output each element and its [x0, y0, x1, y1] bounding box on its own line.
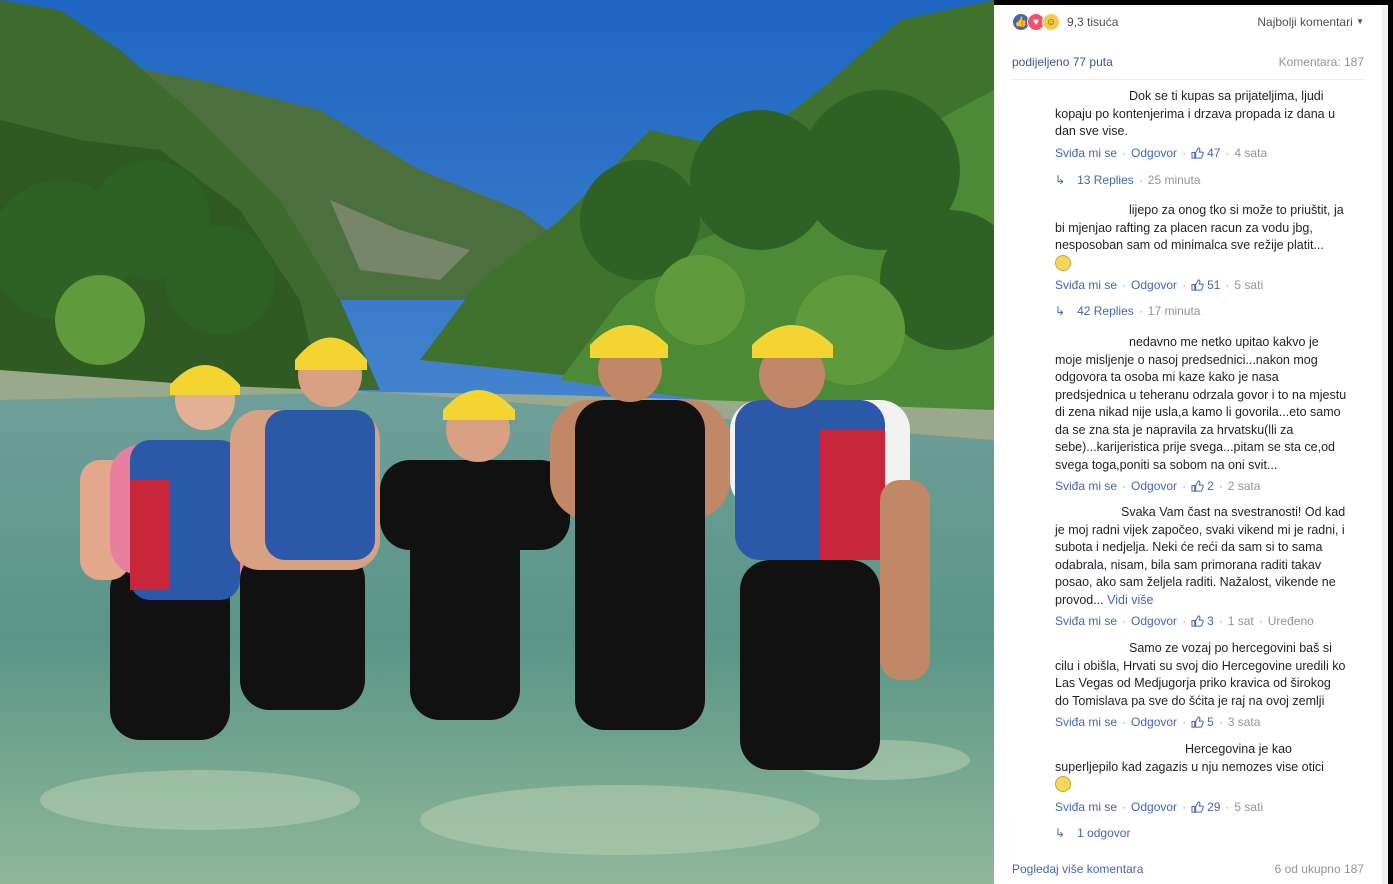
- shares-link[interactable]: podijeljeno 77 puta: [1012, 55, 1113, 69]
- post-photo[interactable]: [0, 0, 994, 884]
- comment-text-wrap: Samo ze vozaj po hercegovini baš si cilu…: [1055, 640, 1347, 710]
- comment-text-wrap: Hercegovina je kao superljepilo kad zaga…: [1055, 741, 1347, 795]
- comment-actions: Sviđa mi se · Odgovor · 51 · 5 sati: [1055, 278, 1264, 292]
- reaction-count[interactable]: 9,3 tisuća: [1067, 15, 1118, 29]
- comment: nedavno me netko upitao kakvo je moje mi…: [1055, 334, 1347, 493]
- comment-text: lijepo za onog tko si može to priuštit, …: [1055, 203, 1344, 252]
- view-more-comments-link[interactable]: Pogledaj više komentara: [1012, 862, 1143, 876]
- thumbs-up-icon: [1191, 146, 1204, 159]
- smile-emoji-icon: [1055, 776, 1071, 792]
- comments-footer: Pogledaj više komentara 6 od ukupno 187: [1012, 862, 1364, 876]
- comment-actions: Sviđa mi se · Odgovor · 2 · 2 sata: [1055, 479, 1261, 493]
- replies-count[interactable]: 1 odgovor: [1077, 826, 1130, 840]
- replies-time: 25 minuta: [1147, 173, 1201, 187]
- comment-actions: Sviđa mi se · Odgovor · 3 · 1 sat · Uređeno: [1055, 614, 1314, 628]
- comment-time[interactable]: 5 sati: [1234, 800, 1263, 814]
- comment-time[interactable]: 3 sata: [1228, 715, 1261, 729]
- sort-label: Najbolji komentari: [1257, 15, 1353, 29]
- thumbs-up-icon: [1191, 480, 1204, 492]
- comments-panel: 👍 ♥ ☺ 9,3 tisuća Najbolji komentari ▼ po…: [994, 5, 1388, 884]
- scrollbar[interactable]: [1382, 5, 1388, 884]
- smile-emoji-icon: [1055, 254, 1071, 271]
- replies-count[interactable]: 13 Replies: [1077, 173, 1134, 187]
- comment-time[interactable]: 2 sata: [1228, 479, 1261, 493]
- caret-down-icon: ▼: [1356, 17, 1364, 26]
- comments-pagination: 6 od ukupno 187: [1274, 862, 1364, 876]
- comment-text: Dok se ti kupas sa prijateljima, ljudi k…: [1055, 89, 1336, 138]
- reply-button[interactable]: Odgovor: [1131, 715, 1177, 729]
- replies-link[interactable]: ↳ 1 odgovor: [1055, 826, 1130, 840]
- thumbs-up-icon: [1191, 615, 1204, 627]
- reply-arrow-icon: ↳: [1055, 826, 1066, 840]
- comment-time[interactable]: 5 sati: [1234, 278, 1263, 292]
- haha-icon: ☺: [1042, 13, 1060, 31]
- reply-button[interactable]: Odgovor: [1131, 278, 1177, 292]
- like-button[interactable]: Sviđa mi se: [1055, 800, 1117, 814]
- comment: Dok se ti kupas sa prijateljima, ljudi k…: [1055, 88, 1347, 160]
- comment-text-wrap: Dok se ti kupas sa prijateljima, ljudi k…: [1055, 88, 1347, 141]
- see-more-link[interactable]: Vidi više: [1107, 593, 1153, 607]
- comment-actions: Sviđa mi se · Odgovor · 47 · 4 sata: [1055, 145, 1268, 160]
- comment-time[interactable]: 4 sata: [1234, 146, 1267, 160]
- replies-link[interactable]: ↳ 13 Replies · 25 minuta: [1055, 173, 1200, 187]
- reply-button[interactable]: Odgovor: [1131, 614, 1177, 628]
- thumbs-up-icon: [1191, 800, 1204, 813]
- comment-actions: Sviđa mi se · Odgovor · 5 · 3 sata: [1055, 715, 1261, 729]
- like-count[interactable]: 47: [1191, 146, 1220, 160]
- like-count[interactable]: 51: [1191, 278, 1220, 292]
- reply-arrow-icon: ↳: [1055, 173, 1066, 187]
- sort-dropdown[interactable]: Najbolji komentari ▼: [1257, 15, 1364, 29]
- reaction-icons[interactable]: 👍 ♥ ☺: [1012, 13, 1060, 31]
- comment: Samo ze vozaj po hercegovini baš si cilu…: [1055, 640, 1347, 729]
- comment-text: nedavno me netko upitao kakvo je moje mi…: [1055, 335, 1347, 472]
- reply-button[interactable]: Odgovor: [1131, 479, 1177, 493]
- reply-arrow-icon: ↳: [1055, 304, 1066, 318]
- like-button[interactable]: Sviđa mi se: [1055, 715, 1117, 729]
- rafting-group-photo: [0, 0, 994, 884]
- comment-actions: Sviđa mi se · Odgovor · 29 · 5 sati: [1055, 799, 1264, 814]
- replies-link[interactable]: ↳ 42 Replies · 17 minuta: [1055, 304, 1200, 318]
- replies-time: 17 minuta: [1147, 304, 1201, 318]
- comment-time[interactable]: 1 sat: [1228, 614, 1254, 628]
- like-count[interactable]: 3: [1191, 614, 1214, 628]
- reactions-row: 👍 ♥ ☺ 9,3 tisuća Najbolji komentari ▼: [1012, 13, 1364, 31]
- edited-label[interactable]: Uređeno: [1268, 614, 1314, 628]
- like-count[interactable]: 2: [1191, 479, 1214, 493]
- replies-count[interactable]: 42 Replies: [1077, 304, 1134, 318]
- comment: Svaka Vam čast na svestranosti! Od kad j…: [1055, 504, 1347, 628]
- like-button[interactable]: Sviđa mi se: [1055, 146, 1117, 160]
- reply-button[interactable]: Odgovor: [1131, 800, 1177, 814]
- like-button[interactable]: Sviđa mi se: [1055, 614, 1117, 628]
- like-button[interactable]: Sviđa mi se: [1055, 479, 1117, 493]
- comment-text-wrap: nedavno me netko upitao kakvo je moje mi…: [1055, 334, 1347, 474]
- comment-text: Hercegovina je kao superljepilo kad zaga…: [1055, 742, 1324, 774]
- reply-button[interactable]: Odgovor: [1131, 146, 1177, 160]
- thumbs-up-icon: [1191, 716, 1204, 728]
- comment-text: Samo ze vozaj po hercegovini baš si cilu…: [1055, 641, 1346, 708]
- comment-text-wrap: Svaka Vam čast na svestranosti! Od kad j…: [1055, 504, 1347, 609]
- comment: lijepo za onog tko si može to priuštit, …: [1055, 202, 1347, 292]
- like-count[interactable]: 5: [1191, 715, 1214, 729]
- like-count[interactable]: 29: [1191, 800, 1220, 814]
- thumbs-up-icon: [1191, 279, 1204, 291]
- comment-text: Svaka Vam čast na svestranosti! Od kad j…: [1055, 505, 1346, 607]
- like-button[interactable]: Sviđa mi se: [1055, 278, 1117, 292]
- comment-text-wrap: lijepo za onog tko si može to priuštit, …: [1055, 202, 1347, 273]
- shares-row: podijeljeno 77 puta Komentara: 187: [1012, 53, 1364, 80]
- comment: Hercegovina je kao superljepilo kad zaga…: [1055, 741, 1347, 814]
- comments-count: Komentara: 187: [1278, 55, 1364, 69]
